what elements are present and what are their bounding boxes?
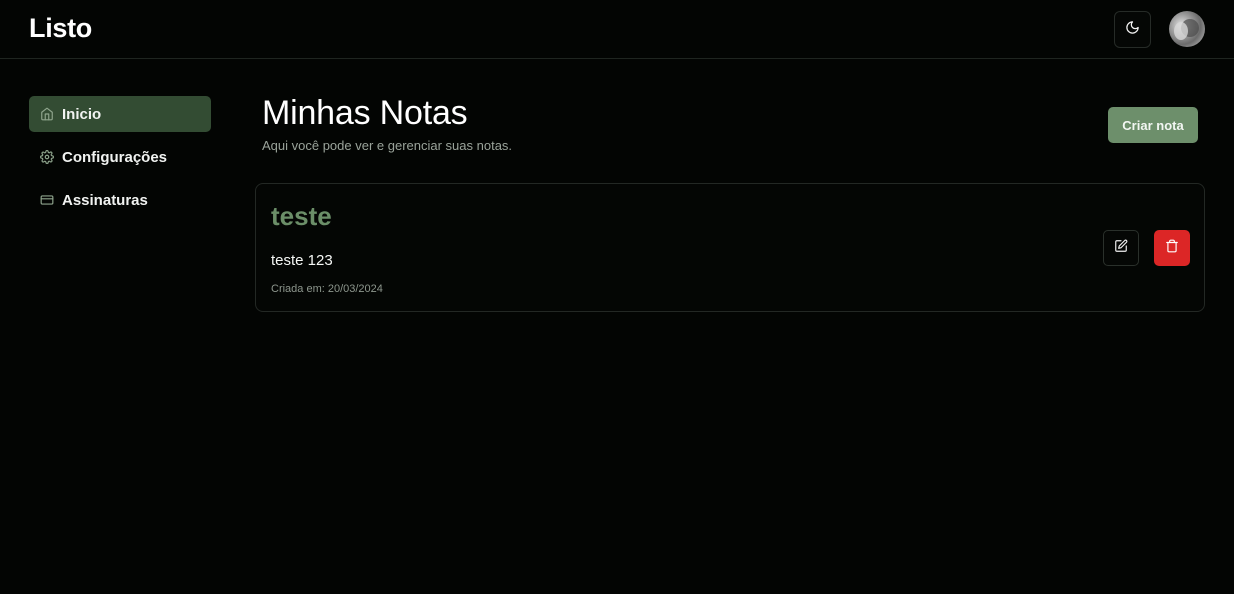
create-note-button[interactable]: Criar nota <box>1108 107 1198 143</box>
page-subtitle: Aqui você pode ver e gerenciar suas nota… <box>262 138 513 153</box>
gear-icon <box>40 150 54 164</box>
edit-note-button[interactable] <box>1103 230 1139 266</box>
sidebar: Inicio Configurações Assinaturas <box>29 96 211 225</box>
edit-icon <box>1114 239 1128 258</box>
sidebar-item-label: Inicio <box>62 105 102 123</box>
brand-logo[interactable]: Listo <box>29 13 92 44</box>
moon-icon <box>1125 20 1140 40</box>
top-bar: Listo <box>0 0 1234 59</box>
delete-note-button[interactable] <box>1154 230 1190 266</box>
sidebar-item-configuracoes[interactable]: Configurações <box>29 139 211 175</box>
trash-icon <box>1165 239 1179 258</box>
theme-toggle-button[interactable] <box>1114 11 1151 48</box>
credit-card-icon <box>40 193 54 207</box>
sidebar-item-label: Assinaturas <box>62 191 148 209</box>
note-card: teste teste 123 Criada em: 20/03/2024 <box>255 183 1205 312</box>
note-date: Criada em: 20/03/2024 <box>271 283 383 295</box>
sidebar-item-label: Configurações <box>62 148 168 166</box>
note-title: teste <box>271 201 332 231</box>
app-root: Listo Inicio Configurações Assinaturas M… <box>0 0 1234 594</box>
home-icon <box>40 107 54 121</box>
page-title: Minhas Notas <box>262 94 468 132</box>
note-content: teste 123 <box>271 252 333 269</box>
sidebar-item-inicio[interactable]: Inicio <box>29 96 211 132</box>
avatar[interactable] <box>1169 11 1205 47</box>
sidebar-item-assinaturas[interactable]: Assinaturas <box>29 182 211 218</box>
